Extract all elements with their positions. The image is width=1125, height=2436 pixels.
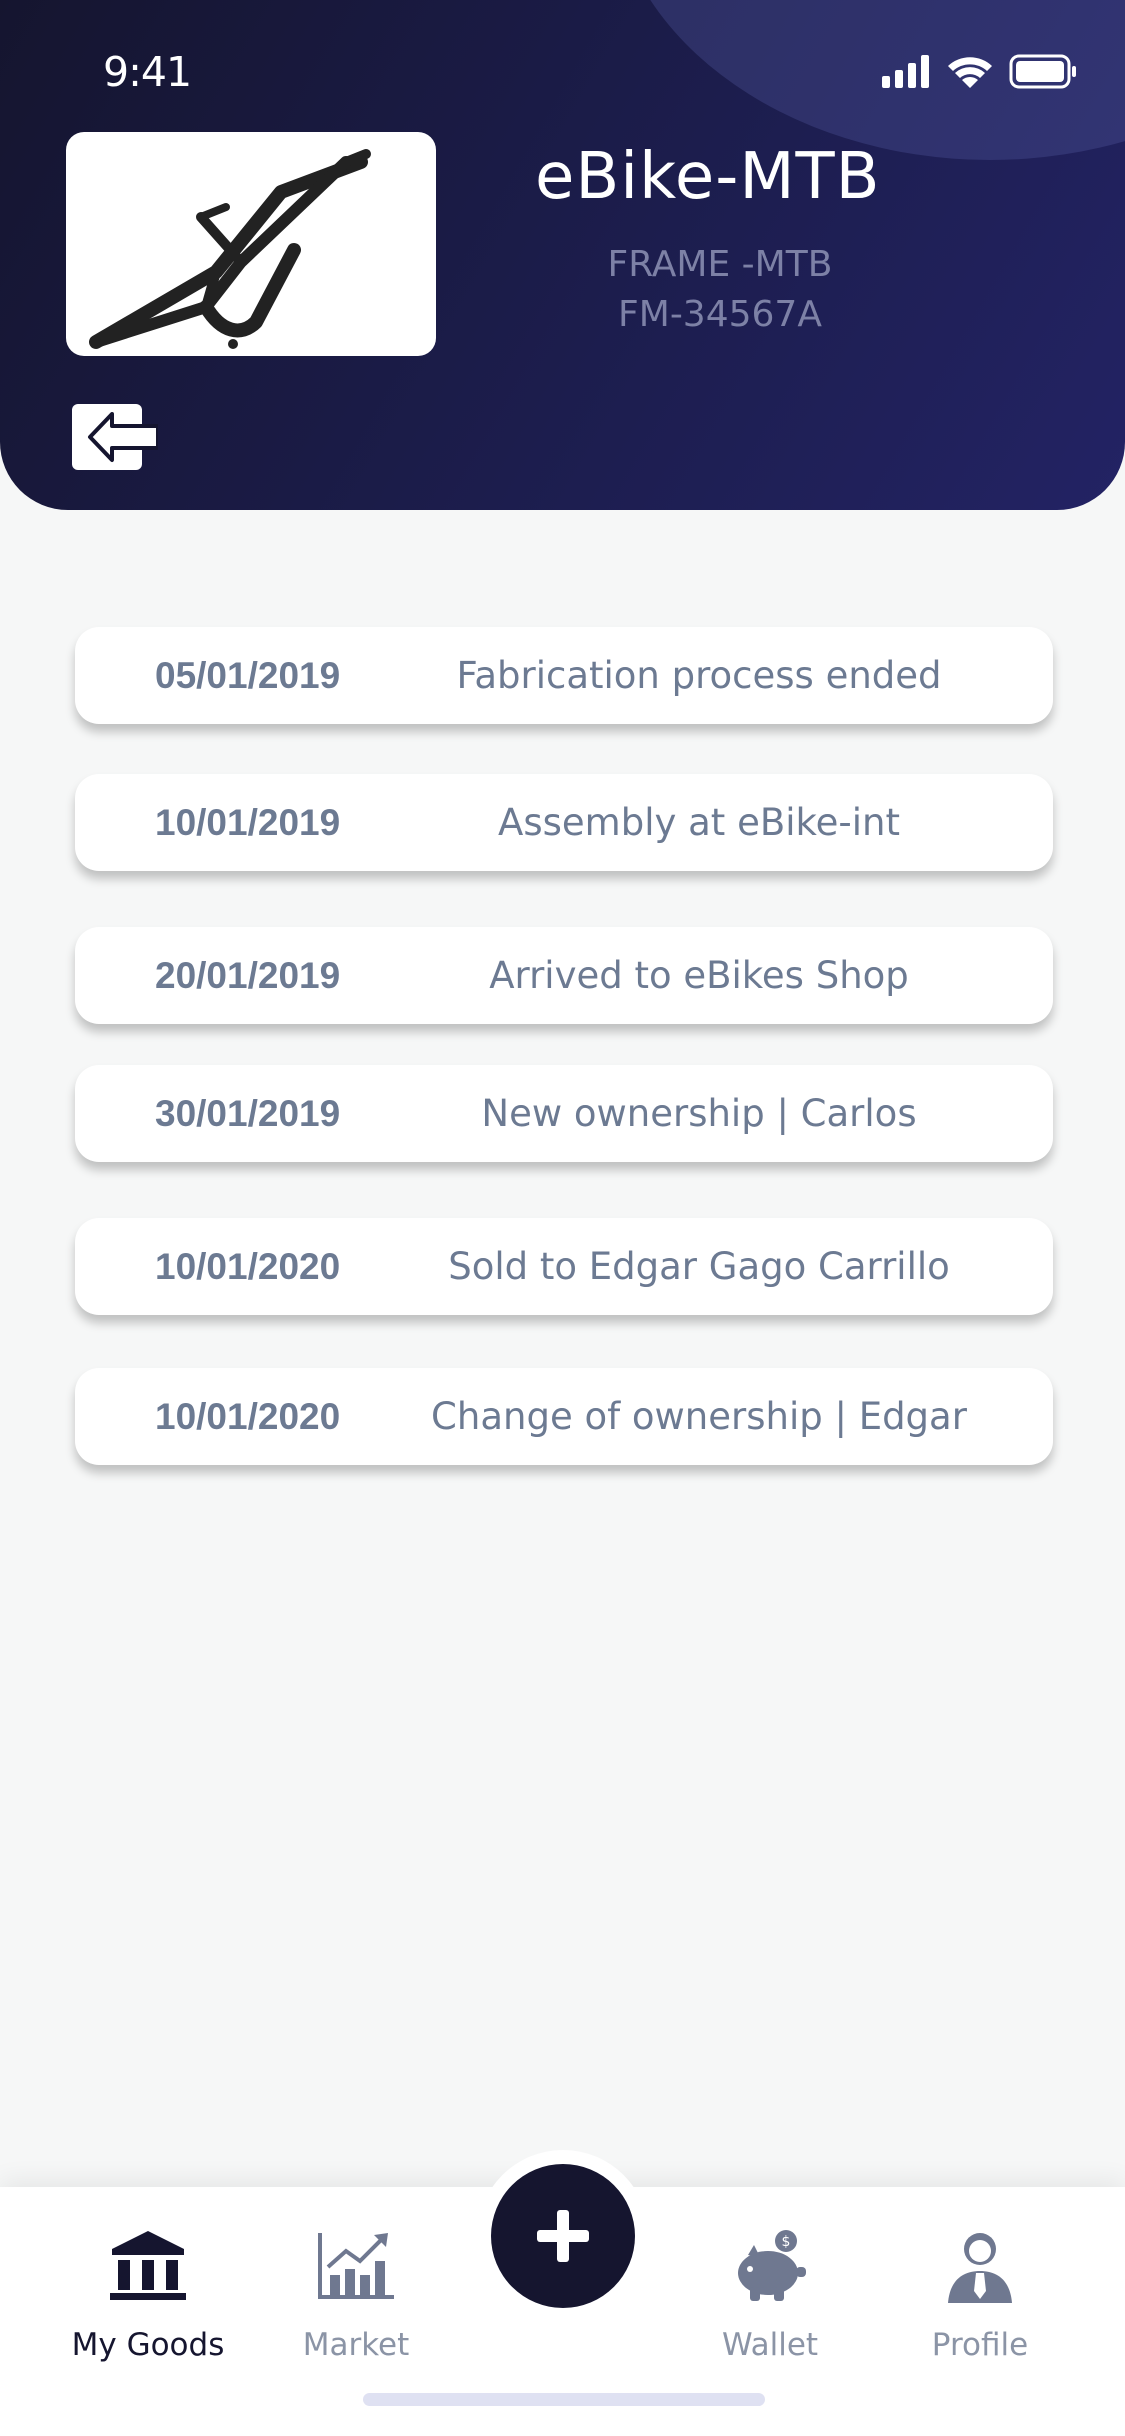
product-model: FRAME -MTB [607,244,833,285]
bank-icon [110,2231,186,2300]
tab-label: Profile [931,2327,1029,2363]
product-serial: FM-34567A [618,294,822,335]
exit-button[interactable] [72,404,158,470]
tab-wallet[interactable]: $ Wallet [680,2227,860,2363]
home-indicator [363,2393,765,2406]
status-time: 9:41 [103,48,192,96]
tab-my-goods[interactable]: My Goods [58,2227,238,2363]
event-date: 05/01/2019 [155,655,341,696]
event-description: New ownership | Carlos [481,1092,917,1135]
tab-market[interactable]: Market [266,2227,446,2363]
product-header: 9:41 eBike-MTB FRAME -MTB FM-34567A [0,0,1125,510]
wifi-icon [948,57,992,88]
event-description: Arrived to eBikes Shop [489,954,909,997]
event-item[interactable]: 10/01/2019 Assembly at eBike-int [75,774,1053,871]
plus-icon [537,2210,589,2262]
product-title: eBike-MTB [535,140,881,214]
product-image [66,132,436,356]
event-date: 10/01/2020 [155,1246,341,1287]
battery-icon [1009,54,1076,89]
cellular-signal-icon [882,55,929,88]
event-description: Change of ownership | Edgar [431,1395,967,1438]
event-description: Fabrication process ended [456,654,942,697]
event-date: 10/01/2020 [155,1396,341,1437]
event-item[interactable]: 20/01/2019 Arrived to eBikes Shop [75,927,1053,1024]
tab-profile[interactable]: Profile [890,2227,1070,2363]
event-date: 30/01/2019 [155,1093,341,1134]
tab-label: Market [302,2327,410,2363]
chart-growth-icon [318,2233,394,2299]
event-description: Assembly at eBike-int [498,801,900,844]
piggy-bank-icon: $ [738,2230,806,2301]
event-description: Sold to Edgar Gago Carrillo [448,1245,950,1288]
event-date: 10/01/2019 [155,802,341,843]
bike-frame-icon [89,149,371,349]
event-date: 20/01/2019 [155,955,341,996]
tab-label: Wallet [721,2327,819,2363]
svg-text:$: $ [782,2234,791,2250]
event-item[interactable]: 10/01/2020 Sold to Edgar Gago Carrillo [75,1218,1053,1315]
tab-label: My Goods [71,2327,225,2363]
add-button[interactable] [491,2164,635,2308]
event-item[interactable]: 10/01/2020 Change of ownership | Edgar [75,1368,1053,1465]
event-item[interactable]: 05/01/2019 Fabrication process ended [75,627,1053,724]
user-tie-icon [948,2233,1012,2303]
status-icons [882,54,1076,89]
event-item[interactable]: 30/01/2019 New ownership | Carlos [75,1065,1053,1162]
